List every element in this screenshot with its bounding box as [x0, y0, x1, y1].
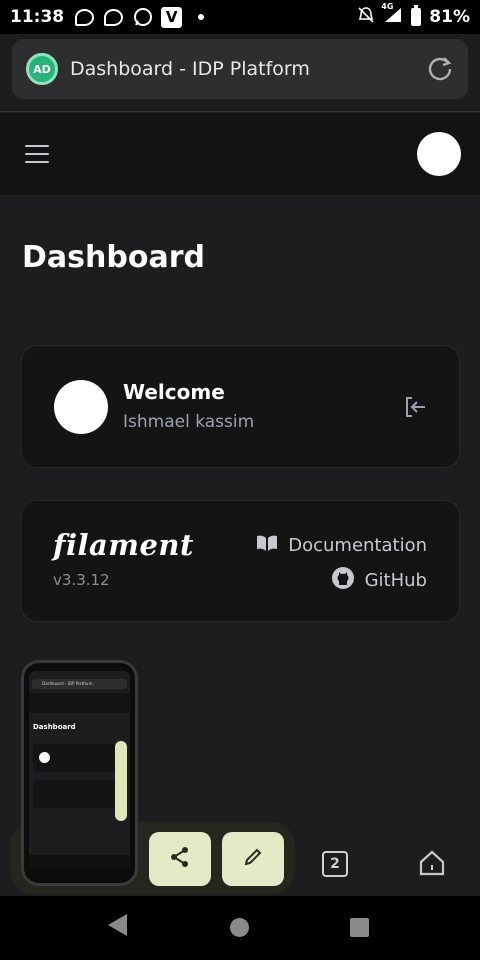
thumbnail-title: Dashboard: [33, 723, 76, 731]
status-right: 4G 81%: [357, 2, 470, 29]
home-circle-icon[interactable]: [230, 918, 249, 937]
browser-toolbar: AD Dashboard - IDP Platform: [0, 34, 480, 112]
user-avatar-button[interactable]: [417, 132, 461, 176]
battery-icon: [411, 5, 422, 26]
status-bar: 11:38 V 4G 81%: [0, 0, 480, 34]
documentation-link[interactable]: Documentation: [256, 534, 427, 556]
recent-apps-icon[interactable]: [350, 918, 369, 937]
system-nav-bar: [0, 896, 480, 960]
signal-icon: 4G: [381, 2, 403, 29]
sign-out-icon[interactable]: [402, 394, 428, 420]
share-button[interactable]: [149, 832, 211, 886]
thumbnail-welcome-card: [33, 744, 127, 772]
back-icon[interactable]: [108, 914, 127, 936]
notification-icons: V: [74, 6, 205, 28]
edit-button[interactable]: [222, 832, 284, 886]
thumbnail-screen: Dashboard - IDP Platform Dashboard: [29, 671, 130, 869]
welcome-heading: Welcome: [123, 380, 225, 404]
notification-dot: [198, 14, 205, 20]
address-bar[interactable]: AD Dashboard - IDP Platform: [12, 39, 468, 99]
welcome-card: Welcome Ishmael kassim: [21, 345, 460, 468]
page-title: Dashboard: [22, 240, 205, 275]
app-topbar: [0, 113, 480, 195]
thumbnail-filament-card: [33, 780, 127, 808]
status-time: 11:38: [10, 7, 65, 27]
tab-switcher-button[interactable]: 2: [322, 851, 348, 877]
thumbnail-avatar: [39, 752, 50, 763]
thumbnail-nav: [29, 855, 130, 869]
filament-logo[interactable]: filament: [53, 528, 194, 562]
github-icon: [331, 566, 355, 594]
github-link[interactable]: GitHub: [331, 566, 427, 594]
thumbnail-side-tray: [115, 741, 127, 821]
screenshot-thumbnail[interactable]: Dashboard - IDP Platform Dashboard: [21, 660, 138, 886]
thumbnail-address-bar: Dashboard - IDP Platform: [32, 679, 127, 689]
version-label: v3.3.12: [53, 571, 110, 589]
whatsapp-icon: [132, 8, 153, 26]
avatar: [54, 380, 108, 434]
mute-icon: [357, 6, 375, 29]
filament-info-card: filament v3.3.12 Documentation GitHub: [21, 500, 460, 622]
user-name: Ishmael kassim: [123, 412, 255, 432]
battery-level: 81%: [429, 7, 470, 27]
thumbnail-header: [29, 693, 130, 713]
pencil-icon: [243, 847, 263, 871]
page-title-in-address-bar[interactable]: Dashboard - IDP Platform: [70, 58, 426, 80]
menu-icon[interactable]: [25, 145, 49, 163]
vivaldi-icon: V: [161, 6, 183, 28]
book-icon: [256, 534, 278, 556]
share-icon: [169, 846, 191, 872]
site-favicon: AD: [26, 53, 58, 85]
network-type: 4G: [381, 1, 394, 11]
documentation-label: Documentation: [288, 534, 427, 556]
github-label: GitHub: [364, 569, 427, 591]
home-icon[interactable]: [417, 848, 447, 878]
reload-icon[interactable]: [426, 55, 454, 83]
messenger-icon: [74, 8, 95, 26]
messenger-icon: [103, 8, 124, 26]
